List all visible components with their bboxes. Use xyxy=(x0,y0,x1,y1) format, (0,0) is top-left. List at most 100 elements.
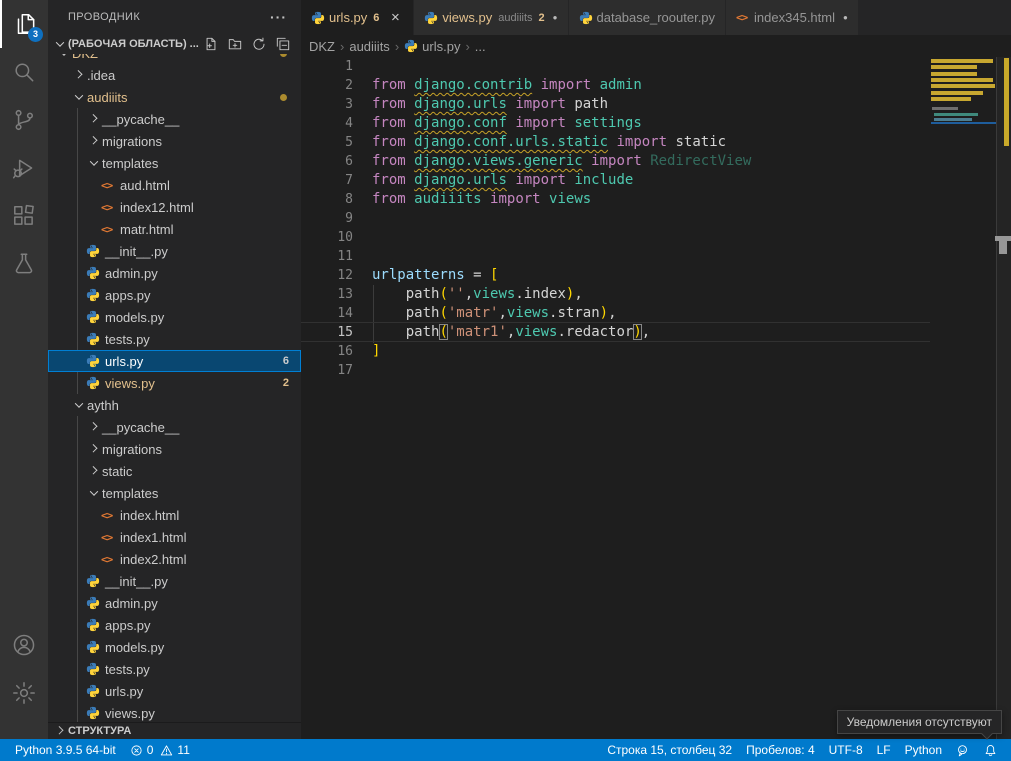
tree-item--init-.py[interactable]: __init__.py xyxy=(48,240,301,262)
tree-item-aythh[interactable]: aythh xyxy=(48,394,301,416)
breadcrumb-item[interactable]: audiiits xyxy=(349,39,389,54)
explorer-icon[interactable]: 3 xyxy=(0,0,48,48)
tree-item-label: models.py xyxy=(105,640,164,655)
code-line-3: 3from django.urls import path xyxy=(301,95,1011,114)
modified-dot-icon[interactable]: ● xyxy=(553,13,558,22)
breadcrumb-separator: › xyxy=(395,39,399,54)
tree-item-index2.html[interactable]: <>index2.html xyxy=(48,548,301,570)
chevron-right-icon xyxy=(86,463,102,479)
tree-item-.idea[interactable]: .idea xyxy=(48,64,301,86)
tree-item-tests.py[interactable]: tests.py xyxy=(48,658,301,680)
collapse-folders-icon[interactable] xyxy=(275,36,291,52)
tree-item-label: aud.html xyxy=(120,178,170,193)
accounts-icon[interactable] xyxy=(0,621,48,669)
refresh-explorer-icon[interactable] xyxy=(251,36,267,52)
bell-icon[interactable] xyxy=(977,739,1005,761)
tree-item-label: apps.py xyxy=(105,618,151,633)
line-number: 4 xyxy=(301,114,353,133)
explorer-more-icon[interactable]: ··· xyxy=(270,9,287,25)
status-bar: Python 3.9.5 64-bit011 Строка 15, столбе… xyxy=(0,739,1011,761)
code-text: from django.conf.urls.static import stat… xyxy=(372,133,726,152)
tree-item-admin.py[interactable]: admin.py xyxy=(48,592,301,614)
tree-item-views.py[interactable]: views.py2 xyxy=(48,372,301,394)
minimap-code-line xyxy=(932,107,958,110)
tree-item-models.py[interactable]: models.py xyxy=(48,636,301,658)
extensions-icon[interactable] xyxy=(0,192,48,240)
tree-item-aud.html[interactable]: <>aud.html xyxy=(48,174,301,196)
code-editor[interactable]: 12from django.contrib import admin3from … xyxy=(301,57,1011,739)
tree-item-tests.py[interactable]: tests.py xyxy=(48,328,301,350)
tree-item-index1.html[interactable]: <>index1.html xyxy=(48,526,301,548)
indentation-status[interactable]: Пробелов: 4 xyxy=(739,739,822,761)
python-interpreter-status[interactable]: Python 3.9.5 64-bit xyxy=(8,739,123,761)
tree-item--init-.py[interactable]: __init__.py xyxy=(48,570,301,592)
tree-item-templates[interactable]: templates xyxy=(48,482,301,504)
encoding-status[interactable]: UTF-8 xyxy=(822,739,870,761)
new-file-icon[interactable] xyxy=(203,36,219,52)
tree-item--pycache-[interactable]: __pycache__ xyxy=(48,108,301,130)
python-file-icon xyxy=(404,38,422,54)
tree-item-label: models.py xyxy=(105,310,164,325)
tree-item--pycache-[interactable]: __pycache__ xyxy=(48,416,301,438)
tree-item-models.py[interactable]: models.py xyxy=(48,306,301,328)
code-line-2: 2from django.contrib import admin xyxy=(301,76,1011,95)
tree-item-label: migrations xyxy=(102,134,162,149)
tree-item-label: admin.py xyxy=(105,596,158,611)
modified-dot-icon[interactable]: ● xyxy=(843,13,848,22)
search-icon[interactable] xyxy=(0,48,48,96)
settings-icon[interactable] xyxy=(0,669,48,717)
code-text: from django.urls import path xyxy=(372,95,608,114)
tree-item-apps.py[interactable]: apps.py xyxy=(48,614,301,636)
tree-item-label: index.html xyxy=(120,508,179,523)
tab-index345.html[interactable]: <>index345.html● xyxy=(726,0,859,35)
breadcrumb-label: urls.py xyxy=(422,39,460,54)
tree-item-index.html[interactable]: <>index.html xyxy=(48,504,301,526)
tree-item-index12.html[interactable]: <>index12.html xyxy=(48,196,301,218)
tab-views.py[interactable]: views.pyaudiiits2● xyxy=(414,0,568,35)
close-icon[interactable]: × xyxy=(387,9,403,26)
tree-item-label: __init__.py xyxy=(105,244,168,259)
cursor-position-status[interactable]: Строка 15, столбец 32 xyxy=(600,739,739,761)
python-file-icon xyxy=(86,353,105,369)
feedback-icon[interactable] xyxy=(949,739,977,761)
eol-status[interactable]: LF xyxy=(870,739,898,761)
tree-item-matr.html[interactable]: <>matr.html xyxy=(48,218,301,240)
breadcrumb-item[interactable]: ... xyxy=(475,39,486,54)
warning-icon xyxy=(160,744,173,757)
new-folder-icon[interactable] xyxy=(227,36,243,52)
problems-badge: 2 xyxy=(283,377,289,389)
tab-urls.py[interactable]: urls.py6× xyxy=(301,0,414,35)
tree-item-urls.py[interactable]: urls.py xyxy=(48,680,301,702)
editor-scrollbar[interactable] xyxy=(996,57,1011,739)
tree-item-label: templates xyxy=(102,156,158,171)
tree-item-migrations[interactable]: migrations xyxy=(48,130,301,152)
problems-status[interactable]: 011 xyxy=(123,739,197,761)
code-text: from django.views.generic import Redirec… xyxy=(372,152,751,171)
breadcrumb-item[interactable]: DKZ xyxy=(309,39,335,54)
minimap-divider-line xyxy=(931,122,1006,124)
tree-item-admin.py[interactable]: admin.py xyxy=(48,262,301,284)
tree-item-templates[interactable]: templates xyxy=(48,152,301,174)
run-debug-icon[interactable] xyxy=(0,144,48,192)
tree-item-migrations[interactable]: migrations xyxy=(48,438,301,460)
workspace-section-header[interactable]: (РАБОЧАЯ ОБЛАСТЬ) ... xyxy=(48,33,301,54)
tree-item-audiiits[interactable]: audiiits xyxy=(48,86,301,108)
line-number: 13 xyxy=(301,285,353,304)
testing-icon[interactable] xyxy=(0,240,48,288)
chevron-down-icon xyxy=(86,485,102,501)
tree-item-views.py[interactable]: views.py xyxy=(48,702,301,724)
breadcrumb-item[interactable]: urls.py xyxy=(404,38,460,54)
language-mode-status[interactable]: Python xyxy=(898,739,949,761)
tab-database_roouter.py[interactable]: database_roouter.py xyxy=(569,0,727,35)
breadcrumb-label: audiiits xyxy=(349,39,389,54)
tree-item-static[interactable]: static xyxy=(48,460,301,482)
tree-item-urls.py[interactable]: urls.py6 xyxy=(48,350,301,372)
outline-section-header[interactable]: СТРУКТУРА xyxy=(48,722,301,739)
chevron-right-icon xyxy=(86,441,102,457)
tab-label: database_roouter.py xyxy=(597,10,716,25)
minimap[interactable] xyxy=(930,57,996,177)
vscode-window: 3 DKZ.ideaaudiiits__pycache__migrationst… xyxy=(0,0,1011,761)
explorer-badge: 3 xyxy=(28,27,43,42)
tree-item-apps.py[interactable]: apps.py xyxy=(48,284,301,306)
source-control-icon[interactable] xyxy=(0,96,48,144)
